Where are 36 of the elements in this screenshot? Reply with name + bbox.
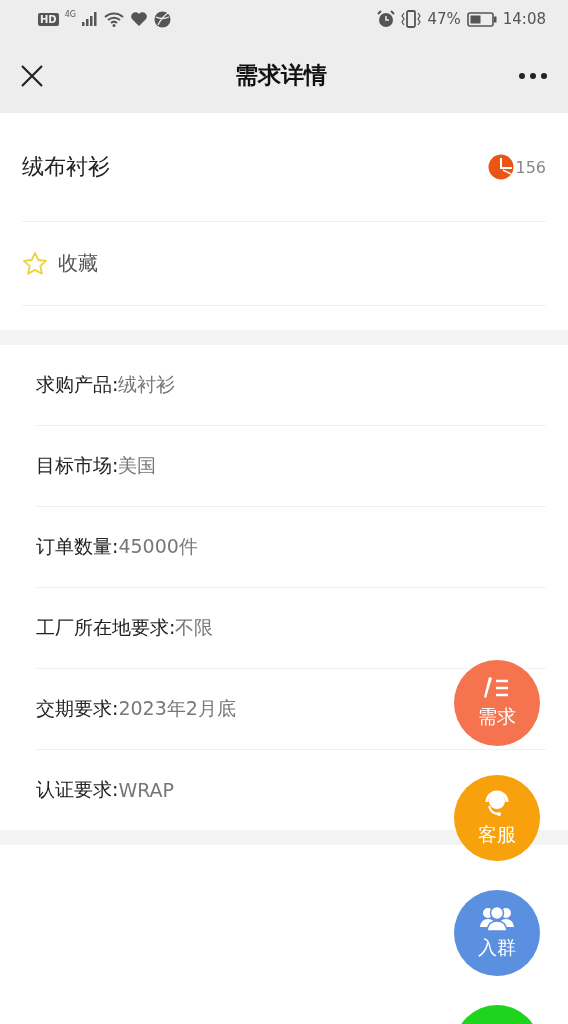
signal-icon — [81, 12, 98, 26]
hd-badge: HD — [38, 12, 59, 26]
globe-icon — [153, 10, 171, 28]
heart-icon — [129, 11, 148, 27]
people-icon — [480, 905, 514, 931]
vibrate-icon — [401, 10, 422, 28]
product-title: 绒布衬衫 — [22, 153, 111, 181]
pie-chart-icon — [488, 154, 515, 180]
field-label: 目标市场: — [36, 453, 119, 478]
field-value: 45000件 — [118, 534, 198, 559]
favorite-label[interactable]: 收藏 — [58, 250, 98, 277]
field-value: WRAP — [118, 779, 175, 801]
battery-icon — [466, 11, 497, 27]
wifi-icon — [103, 11, 124, 27]
field-value: 美国 — [118, 453, 157, 478]
field-value: 绒衬衫 — [118, 372, 176, 397]
field-label: 交期要求: — [36, 696, 119, 721]
star-icon[interactable] — [22, 250, 48, 277]
field-label: 订单数量: — [36, 534, 119, 559]
floating-action-button[interactable]: 需求 — [454, 660, 540, 746]
field-label: 认证要求: — [36, 777, 119, 802]
network-label: 4G — [64, 10, 76, 19]
floating-action-button[interactable]: 客服 — [454, 775, 540, 861]
field-value: 2023年2月底 — [118, 696, 236, 721]
field-value: 不限 — [175, 615, 214, 640]
field-label: 求购产品: — [36, 372, 119, 397]
floating-action-button[interactable]: 入群 — [454, 890, 540, 976]
field-label: 工厂所在地要求: — [36, 615, 176, 640]
page-title: 需求详情 — [234, 61, 328, 90]
alarm-icon — [377, 10, 396, 28]
view-count: 156 — [515, 157, 546, 177]
close-icon[interactable] — [20, 63, 44, 88]
clock-time: 14:08 — [502, 10, 546, 28]
headset-icon — [483, 788, 511, 818]
more-icon[interactable] — [518, 71, 548, 80]
battery-percent: 47% — [427, 10, 461, 28]
